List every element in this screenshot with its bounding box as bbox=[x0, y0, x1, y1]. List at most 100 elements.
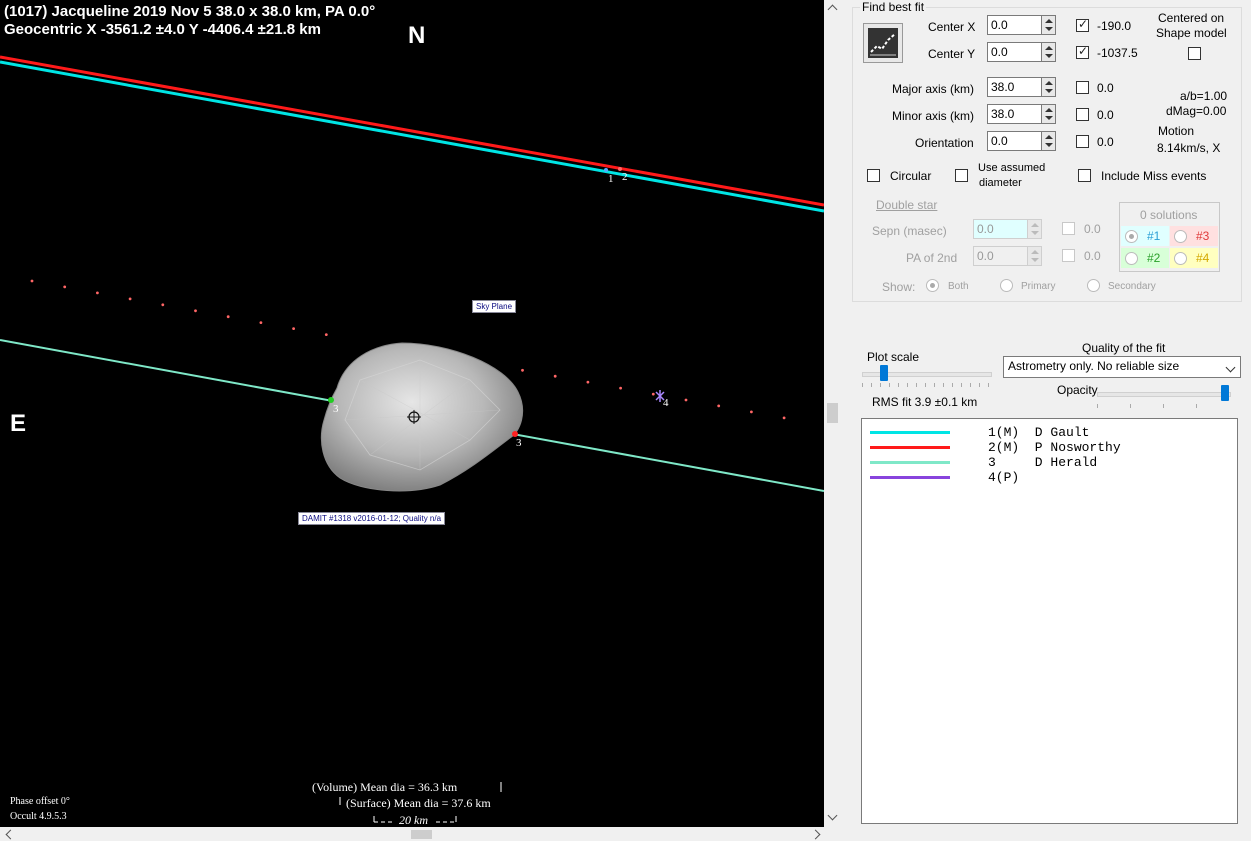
show-both-label: Both bbox=[948, 281, 969, 292]
north-label: N bbox=[408, 22, 426, 49]
path-dot bbox=[259, 321, 263, 324]
minor-axis-checkbox[interactable] bbox=[1076, 108, 1089, 121]
horizontal-scroll-thumb[interactable] bbox=[411, 830, 432, 839]
show-primary-radio[interactable] bbox=[1000, 279, 1013, 292]
plot-vertical-scrollbar[interactable] bbox=[824, 0, 841, 827]
find-fit-button[interactable] bbox=[863, 23, 903, 63]
damit-tag: DAMIT #1318 v2016-01-12; Quality n/a bbox=[298, 512, 446, 525]
observer-legend-list[interactable]: 1(M) D Gault 2(M) P Nosworthy 3 D Herald 4(… bbox=[861, 418, 1238, 824]
solution-4[interactable]: #4 bbox=[1170, 248, 1218, 268]
vertical-scroll-thumb[interactable] bbox=[827, 403, 838, 423]
pa-checkbox[interactable] bbox=[1062, 249, 1075, 262]
major-axis-input[interactable]: 38.0 bbox=[987, 77, 1042, 97]
path-dot bbox=[226, 315, 230, 319]
solution-1[interactable]: #1 bbox=[1121, 226, 1169, 246]
include-miss-checkbox[interactable] bbox=[1078, 169, 1091, 182]
minor-axis-spinner[interactable] bbox=[1041, 104, 1056, 124]
orientation-checkbox[interactable] bbox=[1076, 135, 1089, 148]
volume-dia: (Volume) Mean dia = 36.3 km bbox=[312, 780, 458, 794]
east-label: E bbox=[10, 410, 27, 437]
event-point-1 bbox=[604, 168, 608, 172]
scroll-up-icon[interactable] bbox=[827, 4, 838, 15]
surface-dia: (Surface) Mean dia = 37.6 km bbox=[346, 796, 491, 810]
plot-horizontal-scrollbar[interactable] bbox=[0, 827, 841, 841]
center-x-checkbox[interactable]: ✓ bbox=[1076, 17, 1089, 32]
sepn-checkbox[interactable] bbox=[1062, 222, 1075, 235]
opacity-slider[interactable] bbox=[1097, 385, 1231, 410]
rms-fit: RMS fit 3.9 ±0.1 km bbox=[872, 395, 978, 409]
path-dot bbox=[128, 297, 132, 301]
show-label: Show: bbox=[882, 280, 916, 294]
path-dot bbox=[63, 285, 67, 289]
use-assumed-label-1: Use assumed bbox=[978, 162, 1046, 174]
pa-input[interactable]: 0.0 bbox=[973, 246, 1028, 266]
scale-bar-label: 20 km bbox=[399, 813, 428, 827]
major-axis-result: 0.0 bbox=[1097, 81, 1114, 95]
opacity-label: Opacity bbox=[1057, 383, 1098, 397]
circular-label: Circular bbox=[890, 169, 932, 183]
center-x-input[interactable]: 0.0 bbox=[987, 15, 1042, 35]
chord-label-3a: 3 bbox=[333, 403, 339, 415]
asteroid-shape bbox=[320, 342, 523, 492]
center-y-spinner[interactable] bbox=[1041, 42, 1056, 62]
scroll-left-icon[interactable] bbox=[5, 829, 16, 840]
quality-label: Quality of the fit bbox=[1082, 341, 1166, 355]
center-x-label: Center X bbox=[928, 20, 976, 34]
opacity-thumb[interactable] bbox=[1221, 385, 1229, 401]
find-best-fit-title: Find best fit bbox=[860, 0, 927, 14]
quality-select[interactable]: Astrometry only. No reliable size bbox=[1003, 356, 1241, 378]
motion-value: 8.14km/s, X bbox=[1157, 141, 1221, 155]
orientation-input[interactable]: 0.0 bbox=[987, 131, 1042, 151]
major-axis-label: Major axis (km) bbox=[892, 82, 975, 96]
path-dot bbox=[96, 291, 99, 295]
pa-label: PA of 2nd bbox=[906, 251, 958, 265]
orientation-spinner[interactable] bbox=[1041, 131, 1056, 151]
chord-label-1: 1 bbox=[608, 173, 614, 185]
sepn-spinner[interactable] bbox=[1027, 219, 1042, 239]
legend-swatch bbox=[870, 461, 950, 464]
path-dot bbox=[30, 279, 34, 283]
solution-2[interactable]: #2 bbox=[1121, 248, 1169, 268]
shape-model-checkbox[interactable] bbox=[1188, 47, 1201, 60]
show-secondary-radio[interactable] bbox=[1087, 279, 1100, 292]
use-assumed-diameter-checkbox[interactable] bbox=[955, 169, 968, 182]
scroll-right-icon[interactable] bbox=[810, 829, 821, 840]
sky-plane-tag: Sky Plane bbox=[472, 300, 517, 313]
major-axis-spinner[interactable] bbox=[1041, 77, 1056, 97]
major-axis-checkbox[interactable] bbox=[1076, 81, 1089, 94]
show-primary-label: Primary bbox=[1021, 281, 1056, 292]
scroll-down-icon[interactable] bbox=[827, 810, 838, 821]
dmag: dMag=0.00 bbox=[1166, 104, 1227, 118]
pa-spinner[interactable] bbox=[1027, 246, 1042, 266]
center-y-checkbox[interactable]: ✓ bbox=[1076, 44, 1089, 59]
plot-title-line2: Geocentric X -3561.2 ±4.0 Y -4406.4 ±21.… bbox=[4, 21, 321, 38]
minor-axis-result: 0.0 bbox=[1097, 108, 1114, 122]
show-secondary-label: Secondary bbox=[1108, 281, 1156, 292]
sepn-label: Sepn (masec) bbox=[872, 224, 947, 238]
circular-checkbox[interactable] bbox=[867, 169, 880, 182]
solution-3[interactable]: #3 bbox=[1170, 226, 1218, 246]
path-dot bbox=[521, 368, 524, 372]
plot-scale-thumb[interactable] bbox=[880, 365, 888, 381]
show-both-radio[interactable] bbox=[926, 279, 939, 292]
center-y-input[interactable]: 0.0 bbox=[987, 42, 1042, 62]
path-dot bbox=[651, 392, 655, 396]
plot-scale-slider[interactable] bbox=[862, 365, 992, 389]
legend-swatch bbox=[870, 476, 950, 479]
path-dot bbox=[194, 309, 197, 313]
path-dot bbox=[717, 404, 721, 408]
sky-plane-plot[interactable]: (1017) Jacqueline 2019 Nov 5 38.0 x 38.0… bbox=[0, 0, 824, 827]
plot-scale-label: Plot scale bbox=[867, 350, 920, 364]
fit-chart-icon bbox=[868, 28, 898, 58]
center-x-spinner[interactable] bbox=[1041, 15, 1056, 35]
path-dot bbox=[586, 380, 590, 384]
path-dot bbox=[782, 416, 786, 420]
path-dot bbox=[750, 410, 753, 414]
center-y-result: -1037.5 bbox=[1097, 46, 1138, 60]
sepn-input[interactable]: 0.0 bbox=[973, 219, 1028, 239]
quality-value: Astrometry only. No reliable size bbox=[1008, 359, 1180, 373]
minor-axis-input[interactable]: 38.0 bbox=[987, 104, 1042, 124]
phase-offset: Phase offset 0° bbox=[10, 796, 70, 807]
path-dot bbox=[324, 333, 328, 336]
legend-text: 4(P) bbox=[988, 470, 1020, 485]
